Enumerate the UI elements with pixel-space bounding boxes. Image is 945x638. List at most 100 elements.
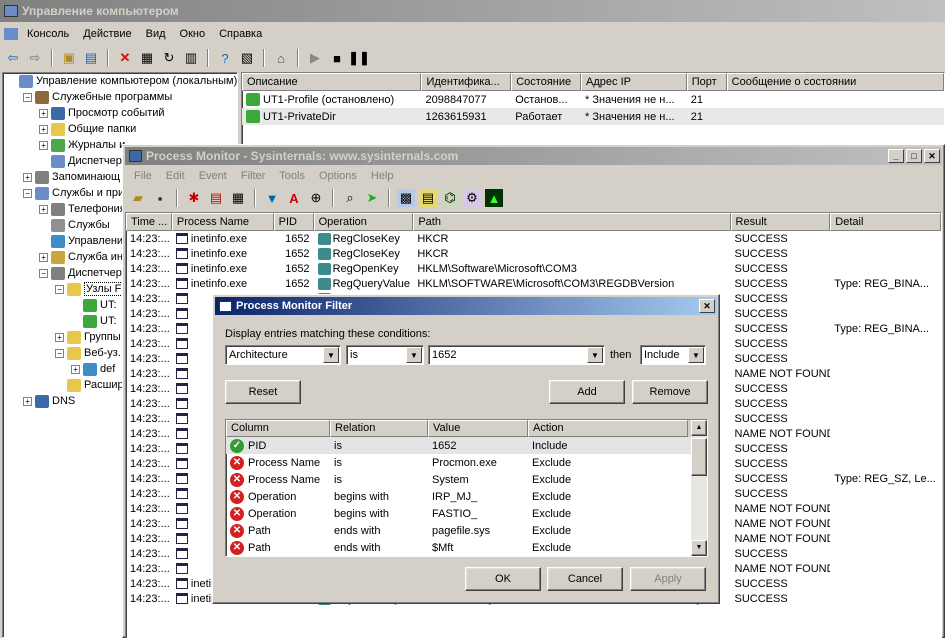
expand-icon[interactable]: + [39,204,48,214]
menu-console[interactable]: Консоль [20,28,76,40]
show-tree-icon[interactable]: ▤ [82,49,100,67]
find-icon[interactable]: ⌕ [341,189,359,207]
menu-tools[interactable]: Tools [272,170,312,182]
expand-icon[interactable]: + [23,396,32,406]
table-row[interactable]: 14:23:... inetinfo.exe 1652 RegQueryValue HK… [126,276,941,291]
pause-icon[interactable]: ❚❚ [348,49,370,67]
process-activity-icon[interactable]: ⚙ [463,189,481,207]
tree-item[interactable]: Управление компьютером (локальным) [3,73,237,89]
menu-file[interactable]: File [127,170,159,182]
menu-window[interactable]: Окно [173,28,213,40]
filter-rule-row[interactable]: ✕ Process Name is Procmon.exe Exclude [226,454,707,471]
computer-connect-icon[interactable]: ⌂ [272,49,290,67]
play-icon[interactable]: ▶ [306,49,324,67]
table-row[interactable]: 14:23:... inetinfo.exe 1652 RegOpenKey HKLM\… [126,261,941,276]
help-icon[interactable]: ? [216,49,234,67]
table-row[interactable]: 14:23:... inetinfo.exe 1652 RegCloseKey HKCR… [126,231,941,246]
filter-icon[interactable]: ▼ [263,189,281,207]
maximize-icon[interactable]: □ [906,149,922,163]
close-icon[interactable]: ✕ [699,299,715,313]
filter-list-scrollbar[interactable]: ▲ ▼ [691,420,707,556]
scroll-thumb[interactable] [691,438,707,476]
collapse-icon[interactable]: − [55,284,64,294]
filter-rule-row[interactable]: ✕ Operation begins with IRP_MJ_ Exclude [226,488,707,505]
list-item[interactable]: UT1-PrivateDir 1263615931 Работает * Зна… [242,108,944,125]
col-value[interactable]: Value [428,420,528,437]
ok-button[interactable]: OK [465,567,541,591]
col-column[interactable]: Column [226,420,330,437]
tree-item[interactable]: − Служебные программы [3,89,237,105]
filter-rule-row[interactable]: ✕ Process Name is System Exclude [226,471,707,488]
expand-icon[interactable]: + [71,364,80,374]
reset-button[interactable]: Reset [225,380,301,404]
include-process-icon[interactable]: ⊕ [307,189,325,207]
filter-rule-row[interactable]: ✕ Operation begins with FASTIO_ Exclude [226,505,707,522]
registry-activity-icon[interactable]: ▩ [397,189,415,207]
filter-title-bar[interactable]: Process Monitor Filter ✕ [215,297,717,315]
col-process-name[interactable]: Process Name [171,213,274,231]
menu-filter[interactable]: Filter [234,170,272,182]
filter-rule-row[interactable]: ✕ Path ends with $Mft Exclude [226,539,707,556]
properties-icon[interactable]: ▦ [138,49,156,67]
col-state[interactable]: Состояние [511,73,582,91]
menu-event[interactable]: Event [192,170,234,182]
autoscroll-icon[interactable]: ▤ [207,189,225,207]
check-icon[interactable]: ✓ [230,438,244,453]
expand-icon[interactable]: + [39,124,48,134]
stop-icon[interactable]: ■ [328,49,346,67]
menu-help[interactable]: Help [364,170,401,182]
col-operation[interactable]: Operation [313,213,414,231]
filter-rule-row[interactable]: ✓ PID is 1652 Include [226,437,707,454]
col-description[interactable]: Описание [242,73,422,91]
col-path[interactable]: Path [413,213,731,231]
procmon-title-bar[interactable]: Process Monitor - Sysinternals: www.sysi… [125,147,942,165]
exclude-icon[interactable]: ✕ [230,540,244,555]
exclude-icon[interactable]: ✕ [230,523,244,538]
forward-arrow-icon[interactable]: ⇨ [26,49,44,67]
console-tree-icon[interactable]: ▧ [238,49,256,67]
col-id[interactable]: Идентифика... [421,73,512,91]
profiling-icon[interactable]: ▲ [485,189,503,207]
list-item[interactable]: UT1-Profile (остановлено) 2098847077 Ост… [242,91,944,108]
col-time[interactable]: Time ... [126,213,172,231]
menu-options[interactable]: Options [312,170,364,182]
menu-action[interactable]: Действие [76,28,138,40]
tree-item[interactable]: + Общие папки [3,121,237,137]
scroll-up-icon[interactable]: ▲ [691,420,707,436]
clear-icon[interactable]: ▦ [229,189,247,207]
open-folder-icon[interactable]: ▰ [129,189,147,207]
menu-help[interactable]: Справка [212,28,269,40]
exclude-icon[interactable]: ✕ [230,472,244,487]
add-button[interactable]: Add [549,380,625,404]
col-detail[interactable]: Detail [830,213,941,231]
up-folder-icon[interactable]: ▣ [60,49,78,67]
collapse-icon[interactable]: − [23,92,32,102]
exclude-icon[interactable]: ✕ [230,455,244,470]
expand-icon[interactable]: + [39,108,48,118]
col-pid[interactable]: PID [273,213,314,231]
minimize-icon[interactable]: _ [888,149,904,163]
menu-edit[interactable]: Edit [159,170,192,182]
expand-icon[interactable]: + [39,252,48,262]
collapse-icon[interactable]: − [55,348,64,358]
menu-view[interactable]: Вид [139,28,173,40]
remove-button[interactable]: Remove [632,380,708,404]
col-status-message[interactable]: Сообщение о состоянии [726,73,944,91]
exclude-icon[interactable]: ✕ [230,506,244,521]
export-list-icon[interactable]: ▥ [182,49,200,67]
network-activity-icon[interactable]: ⌬ [441,189,459,207]
close-icon[interactable]: ✕ [924,149,940,163]
capture-icon[interactable]: ✱ [185,189,203,207]
mmc-title-bar[interactable]: Управление компьютером [0,0,945,22]
table-row[interactable]: 14:23:... inetinfo.exe 1652 RegCloseKey HKCR… [126,246,941,261]
col-relation[interactable]: Relation [330,420,428,437]
refresh-icon[interactable]: ↻ [160,49,178,67]
save-icon[interactable]: ▪ [151,189,169,207]
file-activity-icon[interactable]: ▤ [419,189,437,207]
expand-icon[interactable]: + [23,172,32,182]
collapse-icon[interactable]: − [23,188,32,198]
expand-icon[interactable]: + [39,140,48,150]
column-select[interactable]: Architecture ▼ [225,345,341,365]
filter-rule-row[interactable]: ✕ Path ends with pagefile.sys Exclude [226,522,707,539]
tree-item[interactable]: + Просмотр событий [3,105,237,121]
